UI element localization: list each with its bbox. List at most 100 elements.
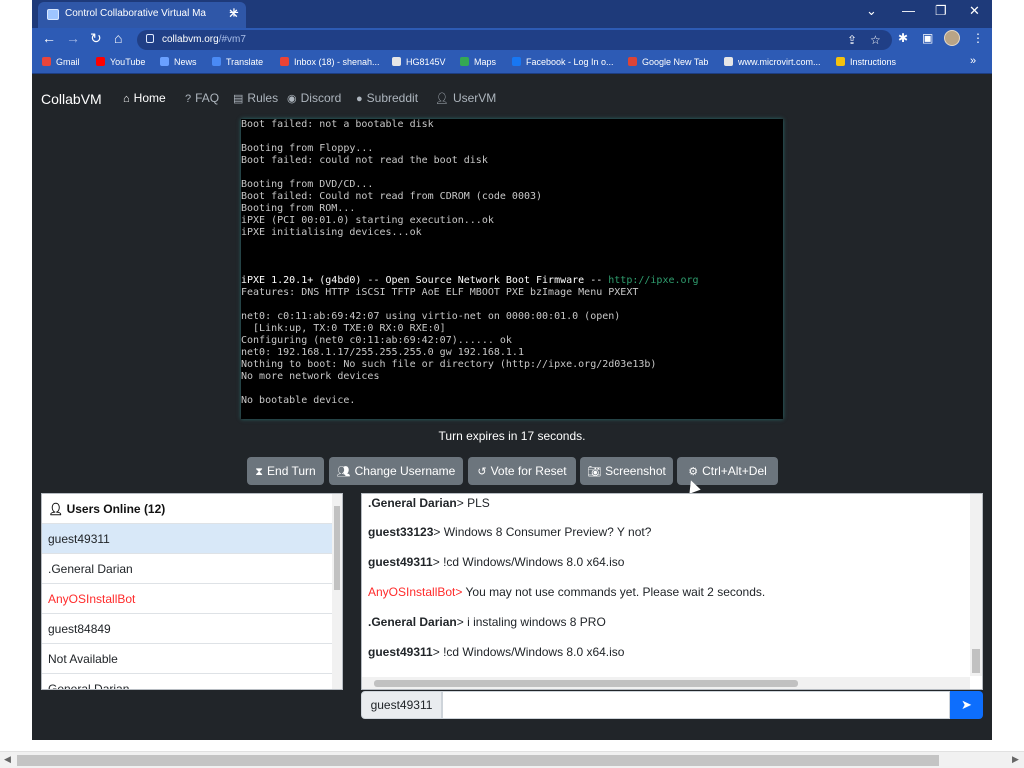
tab-strip: Control Collaborative Virtual Ma ✕ + ⌄ —… <box>32 0 992 28</box>
bookmark-youtube[interactable]: YouTube <box>96 57 145 67</box>
tab-search-icon[interactable]: ⌄ <box>866 3 877 19</box>
user-list-item[interactable]: guest84849 <box>42 614 332 644</box>
translate-icon <box>212 57 221 66</box>
news-icon <box>160 57 169 66</box>
vm-line: iPXE initialising devices...ok <box>241 227 422 238</box>
bookmark-instructions[interactable]: Instructions <box>836 57 896 67</box>
user-list-item[interactable]: .General Darian <box>42 554 332 584</box>
nav-uservm[interactable]: 👤︎ UserVM <box>435 91 496 105</box>
chat-text: Windows 8 Consumer Preview? Y not? <box>443 525 652 539</box>
bookmarks-bar: Gmail YouTube News Translate Inbox (18) … <box>32 52 992 74</box>
users-online-header: 👤︎ Users Online (12) <box>42 494 332 524</box>
vm-line: iPXE (PCI 00:01.0) starting execution...… <box>241 215 494 226</box>
turn-timer-text: Turn expires in 17 seconds. <box>438 429 586 443</box>
camera-icon: 📷︎ <box>587 466 602 478</box>
close-window-icon[interactable]: ✕ <box>969 3 980 19</box>
scroll-left-icon[interactable]: ◀ <box>4 754 11 765</box>
users-online-panel[interactable]: 👤︎ Users Online (12) guest49311 .General… <box>41 493 343 690</box>
send-button[interactable]: ➤ <box>950 691 983 719</box>
chat-horizontal-scrollbar-thumb[interactable] <box>374 680 798 687</box>
chat-message: .General Darian> PLS <box>368 496 490 510</box>
clipboard-icon: ▤ <box>233 93 244 105</box>
nav-subreddit[interactable]: ● Subreddit <box>356 91 418 105</box>
address-bar[interactable]: collabvm.org/#vm7 ⇪ ☆ <box>137 30 892 50</box>
users-scrollbar-thumb[interactable] <box>334 506 340 590</box>
minimize-icon[interactable]: — <box>902 3 915 18</box>
vm-display[interactable]: Boot failed: not a bootable disk Booting… <box>241 119 783 419</box>
collabvm-favicon-icon <box>47 9 59 20</box>
more-bookmarks-icon[interactable]: » <box>970 55 976 67</box>
new-tab-icon[interactable]: + <box>229 3 239 23</box>
chat-vertical-scrollbar-thumb[interactable] <box>972 649 980 673</box>
page-scrollbar-thumb[interactable] <box>17 755 939 766</box>
restore-icon[interactable]: ❐ <box>935 3 947 19</box>
page-horizontal-scrollbar[interactable]: ◀ ▶ <box>0 751 1024 768</box>
share-icon[interactable]: ⇪ <box>847 33 857 47</box>
hourglass-icon: ⧗ <box>255 466 264 478</box>
bookmark-gmail[interactable]: Gmail <box>42 57 80 67</box>
bookmark-hg8145v[interactable]: HG8145V <box>392 57 446 67</box>
users-icon: 👥︎ <box>336 466 351 478</box>
bookmark-news[interactable]: News <box>160 57 197 67</box>
vote-reset-button[interactable]: ↺ Vote for Reset <box>468 457 576 485</box>
vm-line: No bootable device. <box>241 395 356 406</box>
nav-discord[interactable]: ◉ Discord <box>287 91 341 105</box>
chat-username: .General Darian <box>368 615 457 629</box>
scroll-right-icon[interactable]: ▶ <box>1012 754 1019 765</box>
user-list-item[interactable]: General Darian <box>42 674 332 689</box>
bookmark-maps[interactable]: Maps <box>460 57 496 67</box>
question-circle-icon: ? <box>185 93 192 105</box>
nav-home[interactable]: ⌂ Home <box>123 91 166 105</box>
gmail-icon <box>42 57 51 66</box>
chat-message: .General Darian> i instaling windows 8 P… <box>368 615 606 629</box>
facebook-icon <box>512 57 521 66</box>
youtube-icon <box>96 57 105 66</box>
send-icon: ➤ <box>961 697 972 712</box>
gear-icon: ⚙ <box>688 466 699 478</box>
vm-line: No more network devices <box>241 371 380 382</box>
back-icon[interactable]: ← <box>42 30 56 46</box>
forward-icon[interactable]: → <box>66 30 80 46</box>
site-brand[interactable]: CollabVM <box>41 91 102 107</box>
bookmark-inbox[interactable]: Inbox (18) - shenah... <box>280 57 380 67</box>
bookmark-google-new-tab[interactable]: Google New Tab <box>628 57 708 67</box>
browser-tab[interactable]: Control Collaborative Virtual Ma ✕ <box>38 2 246 28</box>
chat-text: i instaling windows 8 PRO <box>467 615 606 629</box>
chat-text: PLS <box>467 496 490 510</box>
discord-icon: ◉ <box>287 93 297 105</box>
chat-username: AnyOSInstallBot <box>368 585 456 599</box>
nav-faq[interactable]: ? FAQ <box>185 91 219 105</box>
screenshot-button[interactable]: 📷︎ Screenshot <box>580 457 673 485</box>
bookmark-microvirt[interactable]: www.microvirt.com... <box>724 57 821 67</box>
ipxe-url-link: http://ipxe.org <box>608 275 699 286</box>
extensions-icon[interactable]: ✱ <box>898 31 908 45</box>
side-panel-icon[interactable]: ▣ <box>922 31 933 45</box>
chat-message: guest49311> !cd Windows/Windows 8.0 x64.… <box>368 645 625 659</box>
google-icon <box>628 57 637 66</box>
instructions-icon <box>836 57 845 66</box>
vm-line: Nothing to boot: No such file or directo… <box>241 359 657 370</box>
nav-rules[interactable]: ▤ Rules <box>233 91 278 105</box>
vm-line: iPXE 1.20.1+ (g4bd0) -- Open Source Netw… <box>241 275 699 286</box>
browser-menu-icon[interactable]: ⋮ <box>972 31 984 45</box>
profile-avatar[interactable] <box>944 30 960 46</box>
chat-username-label: guest49311 <box>361 691 442 719</box>
user-list-item[interactable]: AnyOSInstallBot <box>42 584 332 614</box>
home-browser-icon[interactable]: ⌂ <box>114 30 122 46</box>
bookmark-star-icon[interactable]: ☆ <box>870 33 881 47</box>
tab-title: Control Collaborative Virtual Ma <box>65 8 206 19</box>
globe-icon <box>724 57 733 66</box>
bookmark-translate[interactable]: Translate <box>212 57 263 67</box>
vm-line: net0: c0:11:ab:69:42:07 using virtio-net… <box>241 311 621 322</box>
chat-input[interactable] <box>442 691 950 719</box>
user-list-item[interactable]: Not Available <box>42 644 332 674</box>
chat-panel[interactable]: .General Darian> PLS guest33123> Windows… <box>361 493 983 690</box>
bookmark-facebook[interactable]: Facebook - Log In o... <box>512 57 614 67</box>
vm-line: Booting from Floppy... <box>241 143 374 154</box>
reload-icon[interactable]: ↻ <box>90 30 102 47</box>
browser-window: Control Collaborative Virtual Ma ✕ + ⌄ —… <box>32 0 992 740</box>
user-list-item[interactable]: guest49311 <box>42 524 332 554</box>
change-username-button[interactable]: 👥︎ Change Username <box>329 457 463 485</box>
end-turn-button[interactable]: ⧗ End Turn <box>247 457 324 485</box>
vm-line: Features: DNS HTTP iSCSI TFTP AoE ELF MB… <box>241 287 639 298</box>
